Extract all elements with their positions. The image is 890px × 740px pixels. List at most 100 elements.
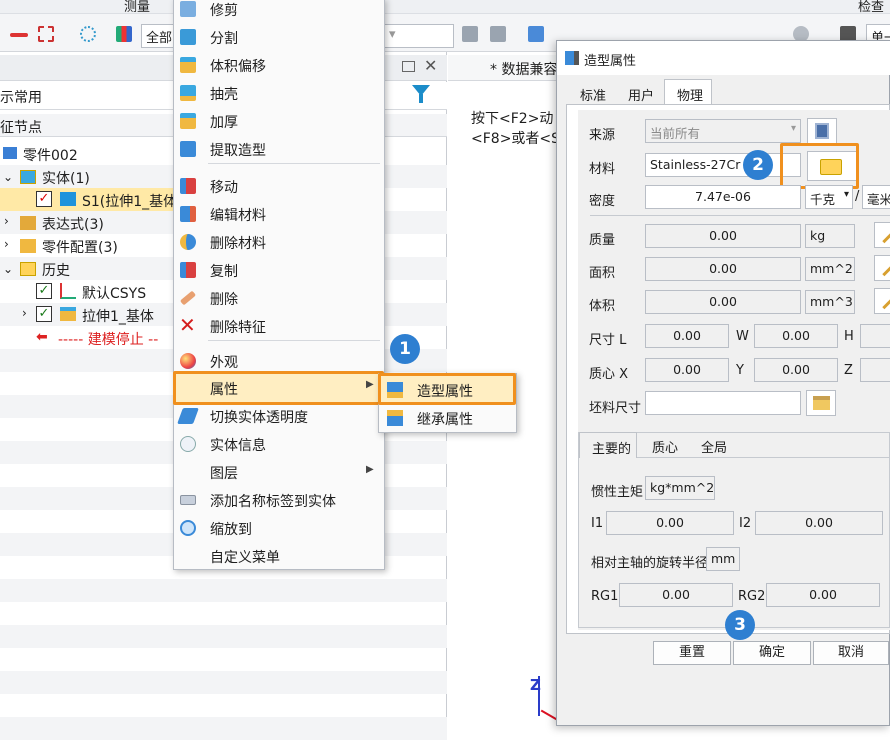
tab-standard[interactable]: 标准 — [568, 80, 618, 106]
area-edit-button[interactable] — [874, 255, 890, 281]
menu-item-add-name-tag[interactable]: 添加名称标签到实体 — [174, 486, 384, 514]
cancel-button[interactable]: 取消 — [813, 641, 889, 665]
i1-label: I1 — [591, 516, 604, 531]
ok-button[interactable]: 确定 — [733, 641, 811, 665]
menu-separator — [208, 340, 380, 341]
menu-item-delete[interactable]: 删除 — [174, 284, 384, 312]
tab-global[interactable]: 全局 — [689, 432, 739, 458]
solid-folder-icon — [20, 170, 36, 184]
mass-edit-button[interactable] — [874, 222, 890, 248]
ribbon-tab-measure[interactable]: 测量 — [124, 0, 150, 15]
thicken-icon — [180, 113, 196, 129]
tab-user[interactable]: 用户 — [616, 80, 666, 106]
visibility-checkbox[interactable]: ✓ — [36, 306, 52, 322]
menu-separator — [208, 163, 380, 164]
menu-item-delete-material[interactable]: 删除材料 — [174, 228, 384, 256]
source-select[interactable]: 当前所有 ▾ — [645, 119, 801, 143]
ribbon-tabs-bar: 测量 检查 — [0, 0, 890, 15]
material-field[interactable]: Stainless-27Cr — [645, 153, 801, 177]
delete-x-icon: ✕ — [179, 313, 196, 337]
i2-value: 0.00 — [755, 511, 883, 535]
size-h-value — [860, 324, 890, 348]
hint-text-line1: 按下<F2>动 — [471, 111, 554, 127]
menu-item-volume-offset[interactable]: 体积偏移 — [174, 51, 384, 79]
density-length-unit[interactable]: 毫米 — [862, 185, 890, 209]
tree-node-label: 零件002 — [23, 148, 78, 164]
menu-item-copy[interactable]: 复制 — [174, 256, 384, 284]
density-mass-unit[interactable]: 千克 ▾ — [805, 185, 853, 209]
menu-item-label: 添加名称标签到实体 — [210, 494, 336, 510]
step-marker-3: 3 — [725, 610, 755, 640]
document-tab[interactable]: * 数据兼容 — [490, 59, 557, 79]
menu-item-split[interactable]: 分割 — [174, 23, 384, 51]
visibility-checkbox[interactable]: ✓ — [36, 191, 52, 207]
ribbon-tab-inspect[interactable]: 检查 — [858, 0, 884, 15]
calculator-icon — [815, 123, 829, 139]
tree-node-label: 默认CSYS — [82, 286, 147, 302]
expand-chevron-icon[interactable]: › — [22, 306, 27, 320]
expand-chevron-icon[interactable]: › — [4, 237, 9, 251]
menu-item-zoom-to[interactable]: 缩放到 — [174, 514, 384, 542]
visibility-checkbox[interactable]: ✓ — [36, 283, 52, 299]
volume-value: 0.00 — [645, 290, 801, 314]
dialog-icon — [565, 51, 579, 65]
menu-item-customize-menu[interactable]: 自定义菜单 — [174, 542, 384, 570]
submenu-arrow-icon: ▶ — [366, 464, 374, 475]
expression-icon — [20, 216, 36, 230]
rg2-value: 0.00 — [766, 583, 880, 607]
menu-item-label: 切换实体透明度 — [210, 410, 308, 426]
stock-size-button[interactable] — [806, 390, 836, 416]
tree-header-label: 征节点 — [0, 120, 42, 136]
select-box-icon[interactable] — [38, 26, 54, 42]
info-icon — [180, 436, 196, 452]
menu-item-label: 删除 — [210, 292, 238, 308]
close-icon[interactable]: ✕ — [424, 56, 437, 75]
tree-node-body-selected[interactable]: ✓ S1(拉伸1_基体 — [0, 188, 196, 211]
tab-centroid[interactable]: 质心 — [640, 432, 690, 458]
volume-edit-button[interactable] — [874, 288, 890, 314]
filter-icon-stem — [419, 94, 423, 103]
size-l-value: 0.00 — [645, 324, 729, 348]
expand-chevron-icon[interactable]: › — [4, 214, 9, 228]
filter-color-icon[interactable] — [116, 26, 132, 42]
submenu-item-inherit-properties[interactable]: 继承属性 — [381, 404, 514, 432]
tree-empty-row — [0, 579, 447, 602]
lasso-icon[interactable] — [80, 26, 96, 42]
expand-chevron-icon[interactable]: ⌄ — [3, 262, 13, 276]
density-mass-unit-value: 千克 — [810, 192, 836, 207]
trim-icon — [180, 1, 196, 17]
tree-node-label: 历史 — [42, 263, 70, 279]
menu-item-extract-shape[interactable]: 提取造型 — [174, 135, 384, 163]
filter-text[interactable]: 示常用 — [0, 87, 42, 107]
menu-item-shell[interactable]: 抽壳 — [174, 79, 384, 107]
calculator-button[interactable] — [807, 118, 837, 144]
density-unit-separator: / — [855, 189, 860, 204]
toolbar-icon[interactable] — [490, 26, 506, 42]
reset-button[interactable]: 重置 — [653, 641, 731, 665]
menu-item-trim[interactable]: 修剪 — [174, 0, 384, 23]
size-label: 尺寸 L — [589, 333, 627, 348]
inertia-unit: kg*mm^2 — [645, 476, 715, 500]
tree-node-label: 零件配置(3) — [42, 240, 118, 256]
menu-item-edit-material[interactable]: 编辑材料 — [174, 200, 384, 228]
stock-size-field[interactable] — [645, 391, 801, 415]
chevron-down-icon: ▾ — [843, 189, 849, 200]
minus-icon[interactable] — [10, 33, 28, 37]
filter-combo-left[interactable]: 全部 — [141, 24, 177, 48]
restore-icon[interactable] — [402, 61, 415, 72]
menu-item-thicken[interactable]: 加厚 — [174, 107, 384, 135]
menu-item-toggle-transparency[interactable]: 切换实体透明度 — [174, 402, 384, 430]
expand-chevron-icon[interactable]: ⌄ — [3, 170, 13, 184]
centroid-y-value: 0.00 — [754, 358, 838, 382]
toolbar-icon[interactable] — [462, 26, 478, 42]
tab-principal[interactable]: 主要的 — [579, 432, 637, 458]
filter-combo-arrow[interactable]: ▾ — [384, 24, 454, 48]
menu-item-layer[interactable]: 图层 ▶ — [174, 458, 384, 486]
menu-item-delete-feature[interactable]: ✕ 删除特征 — [174, 312, 384, 340]
menu-item-label: 删除材料 — [210, 236, 266, 252]
menu-item-move[interactable]: 移动 — [174, 172, 384, 200]
density-field[interactable]: 7.47e-06 — [645, 185, 801, 209]
toolbar-icon[interactable] — [528, 26, 544, 42]
tab-physical[interactable]: 物理 — [664, 79, 712, 105]
menu-item-solid-info[interactable]: 实体信息 — [174, 430, 384, 458]
